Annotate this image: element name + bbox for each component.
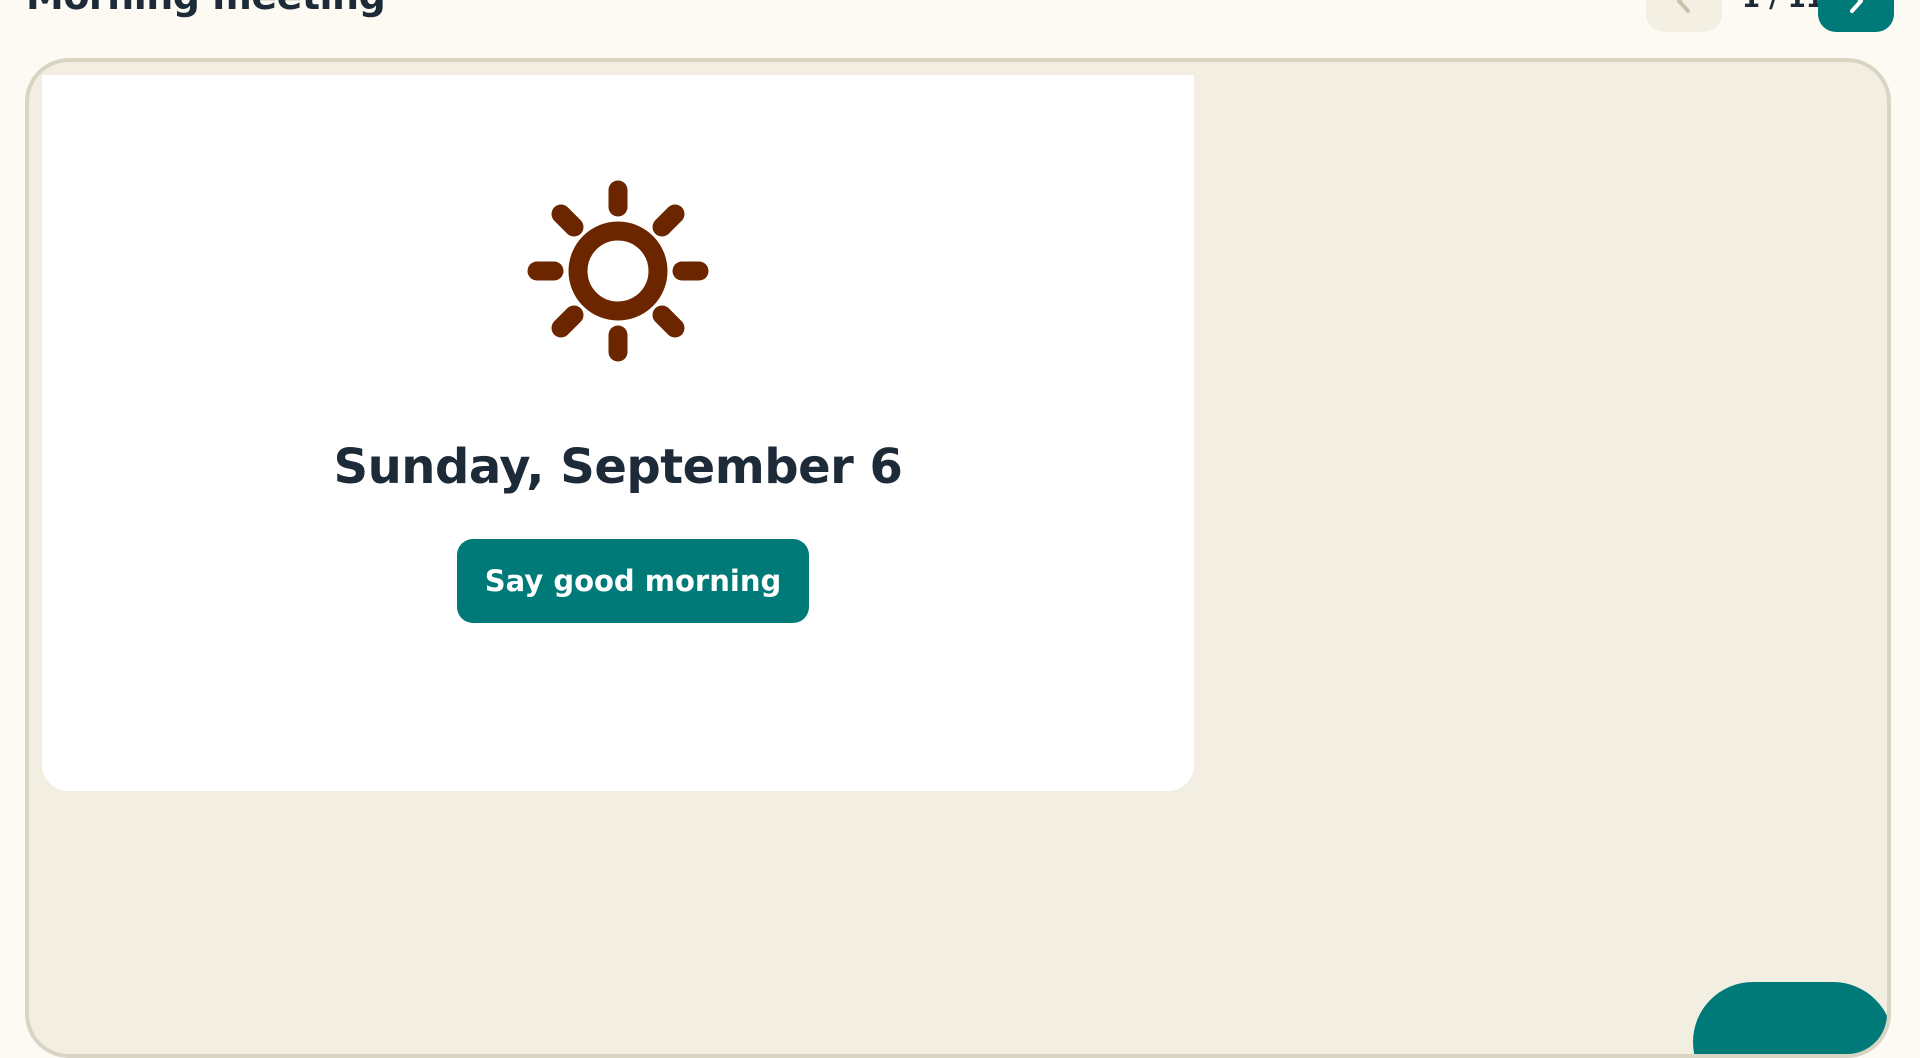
chevron-left-icon — [1677, 0, 1690, 13]
page-title: Morning meeting — [26, 0, 386, 18]
greeting-card: Sunday, September 6 Say good morning — [42, 75, 1194, 791]
slide-counter: 1 / 11 — [1742, 0, 1824, 14]
previous-slide-button[interactable] — [1646, 0, 1722, 32]
sun-icon — [527, 180, 709, 362]
slide-stage: Sunday, September 6 Say good morning — [25, 58, 1891, 1058]
chevron-right-icon — [1850, 0, 1863, 13]
next-slide-button[interactable] — [1818, 0, 1894, 32]
date-heading: Sunday, September 6 — [333, 439, 903, 495]
floating-action-button[interactable] — [1693, 982, 1887, 1054]
say-good-morning-button[interactable]: Say good morning — [457, 539, 809, 623]
header-bar: Morning meeting 1 / 11 — [0, 0, 1920, 60]
